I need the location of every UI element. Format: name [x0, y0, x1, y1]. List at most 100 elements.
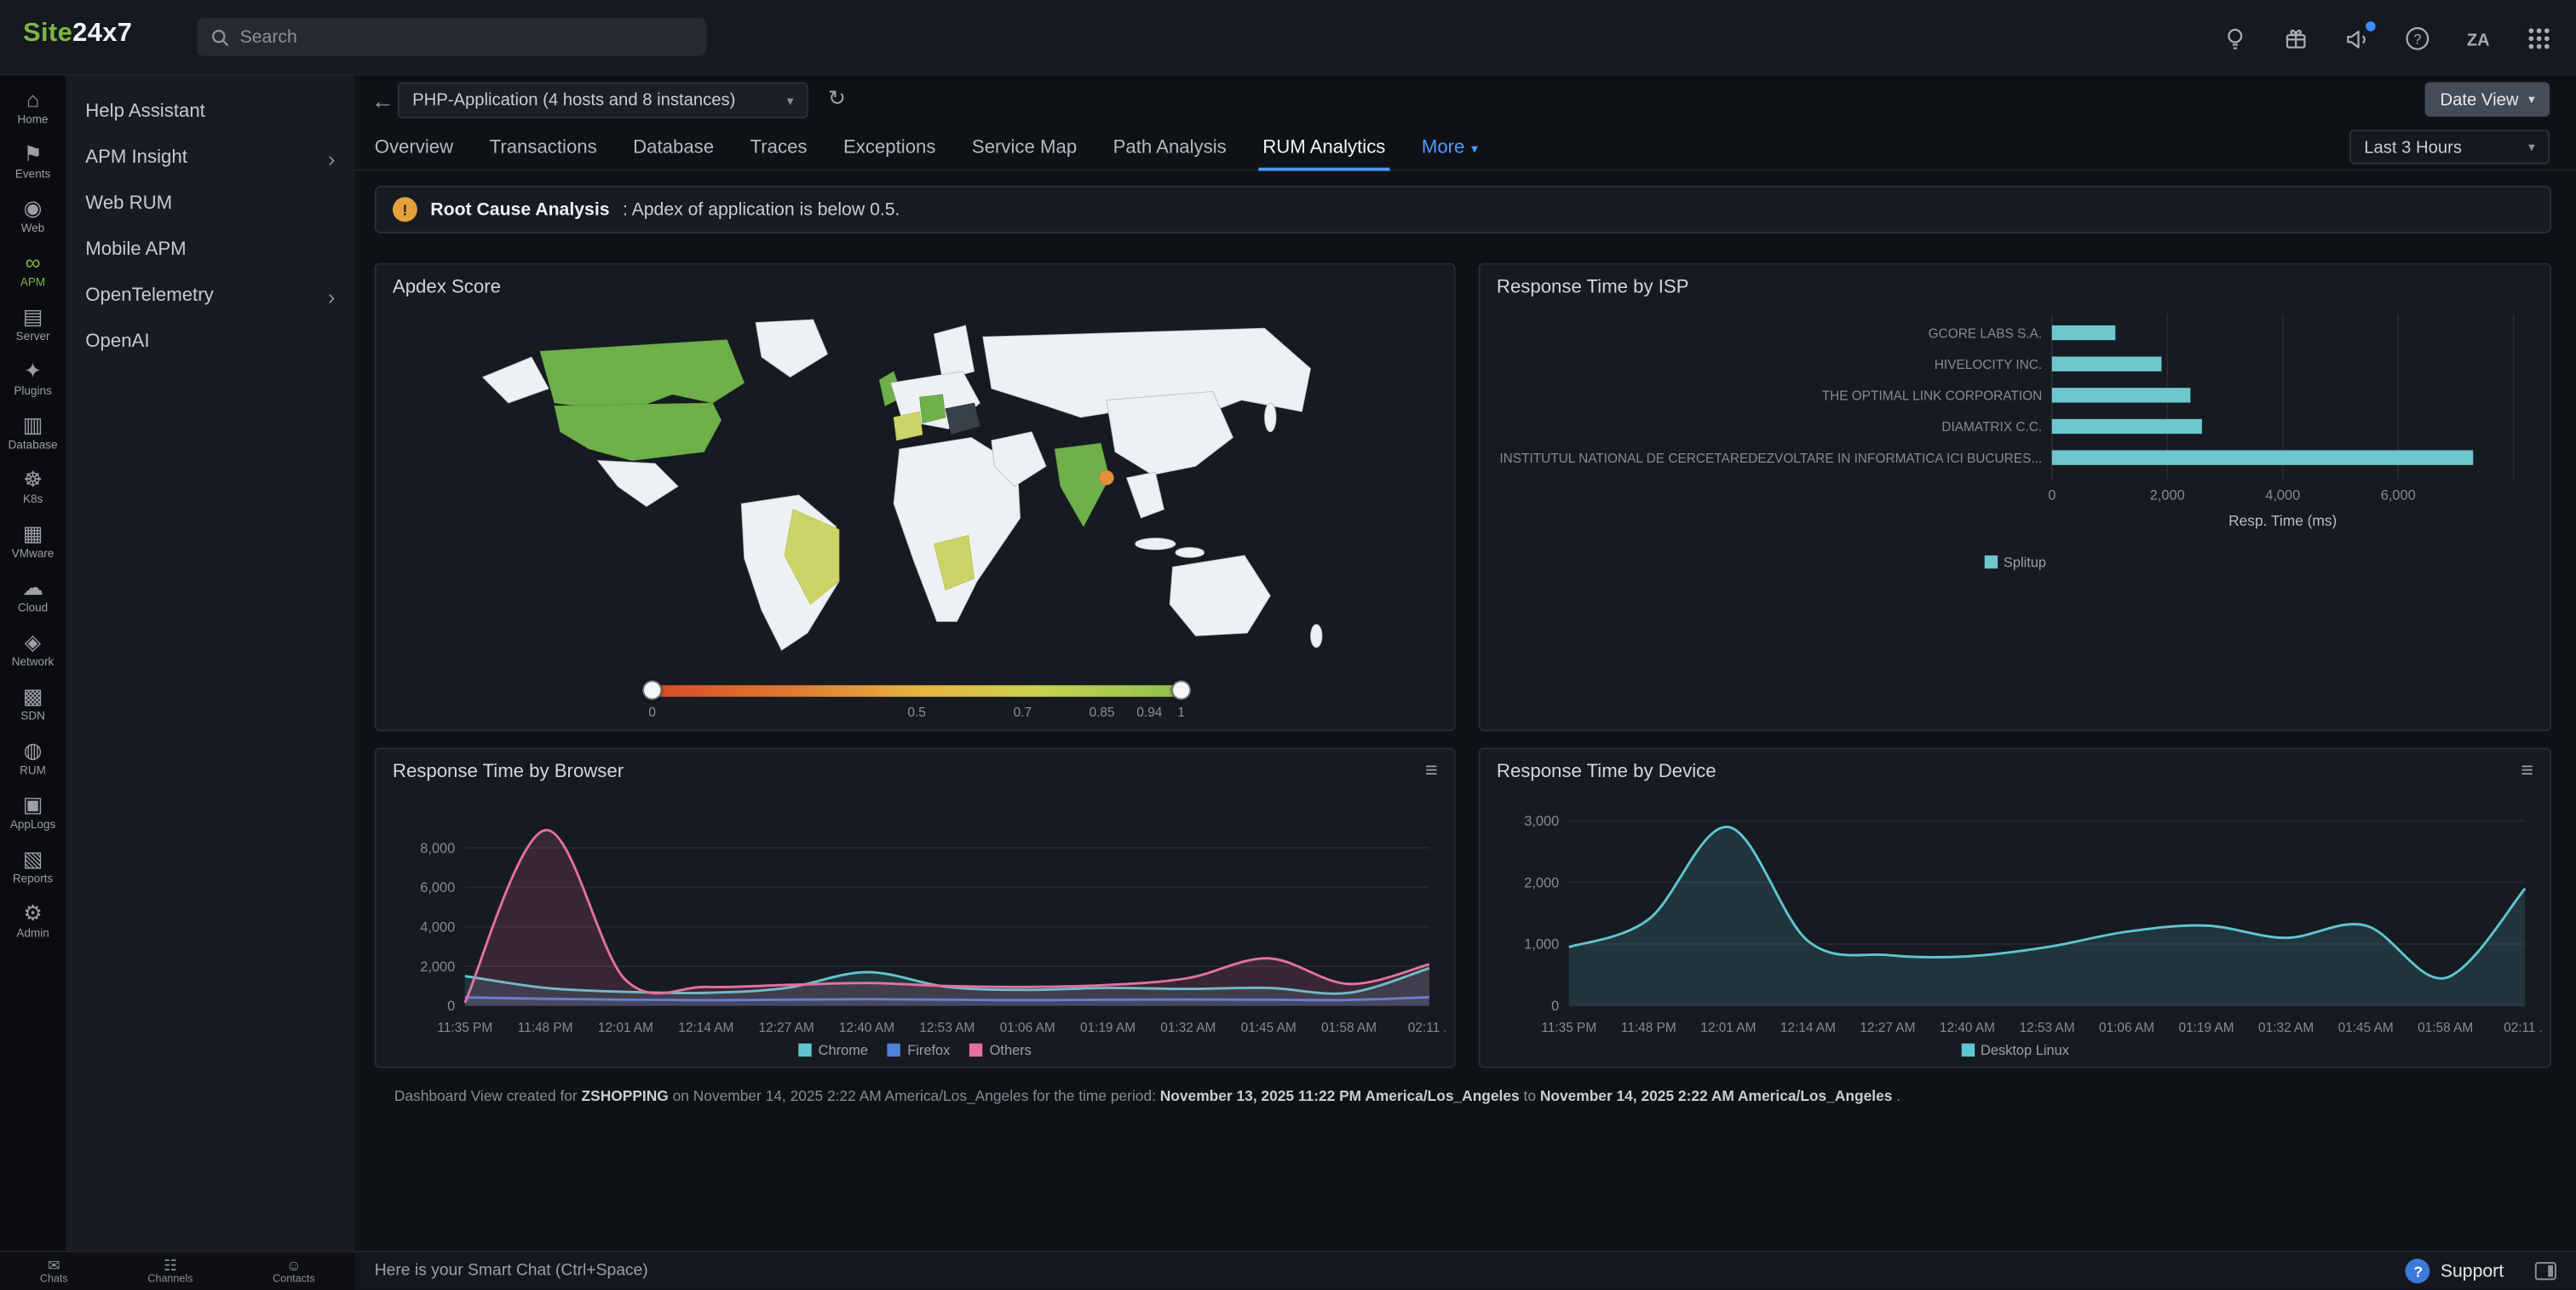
idea-icon[interactable] [2221, 24, 2249, 52]
vmware-icon: ▦ [23, 522, 43, 545]
help-icon[interactable]: ? [2403, 24, 2431, 52]
tab-exceptions[interactable]: Exceptions [825, 125, 954, 171]
tab-rum-analytics[interactable]: RUM Analytics [1245, 125, 1404, 171]
sidebar-item-help-assistant[interactable]: Help Assistant [66, 89, 354, 135]
whats-new-icon[interactable] [2282, 24, 2310, 52]
country-canada[interactable] [540, 340, 745, 412]
country-new-zealand[interactable] [1311, 625, 1323, 648]
legend-item-firefox[interactable]: Firefox [888, 1042, 950, 1058]
rail-item-admin[interactable]: ⚙Admin [0, 896, 66, 950]
rail-item-events[interactable]: ⚑Events [0, 136, 66, 191]
rail-item-k8s[interactable]: ☸K8s [0, 462, 66, 516]
region-scandinavia[interactable] [934, 325, 974, 380]
tab-transactions[interactable]: Transactions [471, 125, 615, 171]
country-france[interactable] [894, 412, 923, 441]
site24x7-logo[interactable]: Site24x7 [23, 20, 132, 49]
svg-text:4,000: 4,000 [2265, 487, 2300, 503]
rail-item-sdn[interactable]: ▩SDN [0, 678, 66, 733]
smart-chat-hint[interactable]: Here is your Smart Chat (Ctrl+Space) [375, 1262, 648, 1280]
collapse-panel-icon[interactable] [2535, 1262, 2556, 1280]
time-range-value: Last 3 Hours [2364, 137, 2462, 157]
world-map[interactable] [457, 314, 1377, 659]
tab-service-map[interactable]: Service Map [954, 125, 1095, 171]
legend-item-splitup[interactable]: Splitup [1984, 554, 2046, 570]
sidebar-item-apm-insight[interactable]: APM Insight› [66, 135, 354, 181]
panel-menu-icon[interactable]: ≡ [2521, 757, 2533, 782]
rail-item-plugins[interactable]: ✦Plugins [0, 354, 66, 408]
root-cause-banner: ! Root Cause Analysis : Apdex of applica… [375, 186, 2551, 233]
legend-item-desktop-linux[interactable]: Desktop Linux [1961, 1042, 2069, 1058]
country-indonesia-east[interactable] [1176, 548, 1205, 558]
rail-item-apm[interactable]: ∞APM [0, 245, 66, 299]
isp-chart-legend: Splitup [1481, 554, 2550, 570]
region-alaska[interactable] [483, 357, 549, 403]
apps-grid-icon[interactable] [2525, 24, 2553, 52]
rail-item-reports[interactable]: ▧Reports [0, 841, 66, 896]
date-view-button[interactable]: Date View ▾ [2425, 82, 2550, 116]
rum-icon: ◍ [24, 740, 43, 763]
svg-text:1,000: 1,000 [1524, 937, 1559, 953]
tab-traces[interactable]: Traces [732, 125, 825, 171]
rail-item-database[interactable]: ▥Database [0, 407, 66, 462]
rail-item-rum[interactable]: ◍RUM [0, 733, 66, 787]
panel-menu-icon[interactable]: ≡ [1425, 757, 1438, 782]
footnote-segment: to [1520, 1088, 1540, 1104]
dock-item-chats[interactable]: ✉Chats [40, 1257, 68, 1285]
region-east-europe[interactable] [946, 403, 980, 435]
time-range-select[interactable]: Last 3 Hours ▾ [2349, 130, 2550, 164]
announcements-icon[interactable] [2343, 24, 2371, 52]
rail-item-network[interactable]: ◈Network [0, 625, 66, 679]
country-australia[interactable] [1170, 556, 1270, 636]
country-usa[interactable] [555, 403, 722, 460]
sidebar-item-label: APM Insight [85, 148, 187, 168]
support-button[interactable]: ? Support [2406, 1258, 2504, 1283]
tab-path-analysis[interactable]: Path Analysis [1095, 125, 1245, 171]
slider-handle-min[interactable] [642, 680, 662, 700]
sidebar-item-opentelemetry[interactable]: OpenTelemetry› [66, 273, 354, 319]
rail-item-cloud[interactable]: ☁Cloud [0, 570, 66, 625]
dock-item-contacts[interactable]: ☺Contacts [273, 1257, 314, 1285]
slider-handle-max[interactable] [1171, 680, 1191, 700]
sidebar-item-web-rum[interactable]: Web RUM [66, 181, 354, 227]
legend-item-chrome[interactable]: Chrome [799, 1042, 868, 1058]
sidebar-item-openai[interactable]: OpenAI [66, 319, 354, 365]
country-mexico[interactable] [598, 460, 678, 506]
sdn-icon: ▩ [23, 685, 43, 708]
sidebar-item-mobile-apm[interactable]: Mobile APM [66, 227, 354, 273]
apdex-range-slider[interactable] [653, 685, 1182, 697]
za-brand-icon[interactable]: ZA [2464, 24, 2493, 52]
rail-item-applogs[interactable]: ▣AppLogs [0, 787, 66, 842]
rail-item-web[interactable]: ◉Web [0, 191, 66, 245]
back-button[interactable]: ← [371, 87, 394, 113]
notification-badge [2366, 20, 2376, 31]
country-bangladesh[interactable] [1099, 470, 1113, 485]
country-indonesia[interactable] [1136, 538, 1176, 550]
legend-item-others[interactable]: Others [970, 1042, 1032, 1058]
rail-item-label: Home [18, 115, 49, 126]
legend-swatch [1984, 556, 1997, 568]
svg-text:12:14 AM: 12:14 AM [678, 1021, 733, 1035]
topbar-icons: ? ZA [2221, 0, 2553, 76]
region-east-asia[interactable] [1107, 391, 1233, 475]
refresh-icon[interactable]: ↻ [828, 85, 846, 112]
country-greenland[interactable] [756, 320, 827, 377]
application-selector[interactable]: PHP-Application (4 hosts and 8 instances… [398, 82, 808, 118]
apdex-slider-ticks: 00.50.70.850.941 [653, 701, 1182, 721]
global-search[interactable] [197, 18, 706, 55]
dock-item-channels[interactable]: ☷Channels [147, 1257, 193, 1285]
country-japan[interactable] [1265, 403, 1277, 432]
application-selector-value: PHP-Application (4 hosts and 8 instances… [412, 90, 735, 110]
tab-more[interactable]: More▾ [1404, 125, 1496, 171]
region-se-asia[interactable] [1127, 472, 1164, 518]
apdex-slider-tick: 0.7 [1014, 705, 1032, 719]
rail-item-label: AppLogs [10, 820, 55, 832]
rail-item-vmware[interactable]: ▦VMware [0, 516, 66, 571]
rail-item-server[interactable]: ▤Server [0, 299, 66, 354]
tab-database[interactable]: Database [615, 125, 732, 171]
country-india[interactable] [1055, 443, 1109, 527]
svg-text:ZA: ZA [2467, 31, 2490, 49]
rail-item-home[interactable]: ⌂Home [0, 82, 66, 136]
search-input[interactable] [240, 27, 693, 47]
svg-text:12:27 AM: 12:27 AM [1860, 1021, 1915, 1035]
tab-overview[interactable]: Overview [375, 125, 472, 171]
